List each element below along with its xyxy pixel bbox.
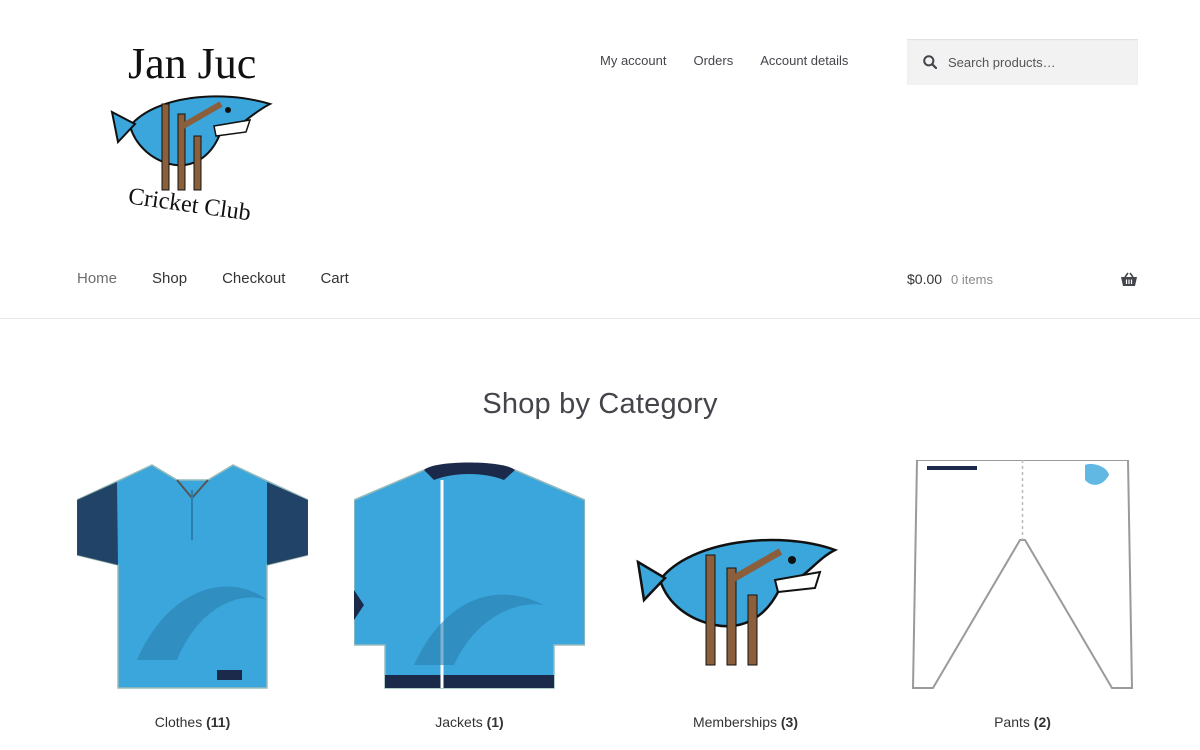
- nav-my-account[interactable]: My account: [600, 53, 666, 68]
- nav-account-details[interactable]: Account details: [760, 53, 848, 68]
- nav-checkout[interactable]: Checkout: [222, 270, 285, 287]
- basket-icon[interactable]: [1120, 272, 1138, 287]
- category-card-clothes[interactable]: Clothes (11): [76, 460, 309, 730]
- jackets-image[interactable]: [353, 460, 586, 691]
- header-divider: [0, 318, 1200, 319]
- header-cart[interactable]: $0.00 0 items: [907, 271, 1138, 287]
- category-label-clothes[interactable]: Clothes (11): [77, 714, 308, 730]
- category-label-memberships[interactable]: Memberships (3): [630, 714, 861, 730]
- secondary-navigation: My account Orders Account details: [600, 53, 848, 68]
- cart-item-count: 0 items: [951, 271, 993, 287]
- category-count: (2): [1033, 714, 1051, 730]
- club-logo-graphic: Jan Juc Cricket Club: [110, 39, 273, 226]
- category-card-memberships[interactable]: Memberships (3): [630, 460, 861, 730]
- nav-orders[interactable]: Orders: [693, 53, 733, 68]
- category-count: (3): [780, 714, 799, 730]
- search-input[interactable]: [946, 53, 1130, 71]
- nav-shop[interactable]: Shop: [152, 270, 187, 287]
- logo-title-text: Jan Juc: [128, 39, 256, 88]
- category-label-jackets[interactable]: Jackets (1): [354, 714, 585, 730]
- category-card-pants[interactable]: Pants (2): [907, 459, 1138, 730]
- category-card-jackets[interactable]: Jackets (1): [353, 460, 586, 730]
- section-title: Shop by Category: [482, 388, 718, 420]
- logo-subtitle-text: Cricket Club: [127, 183, 253, 224]
- product-search: [907, 39, 1138, 85]
- clothes-image[interactable]: [76, 460, 309, 691]
- memberships-image[interactable]: [630, 460, 861, 691]
- site-logo[interactable]: Jan Juc Cricket Club: [110, 34, 275, 226]
- primary-navigation: Home Shop Checkout Cart: [77, 270, 349, 287]
- search-icon: [923, 55, 937, 69]
- nav-cart[interactable]: Cart: [320, 270, 348, 287]
- category-count: (1): [486, 714, 504, 730]
- category-count: (11): [206, 714, 231, 730]
- cart-amount: $0.00: [907, 271, 943, 287]
- category-label-pants[interactable]: Pants (2): [907, 714, 1138, 730]
- nav-home[interactable]: Home: [77, 270, 117, 287]
- pants-image[interactable]: [907, 459, 1138, 691]
